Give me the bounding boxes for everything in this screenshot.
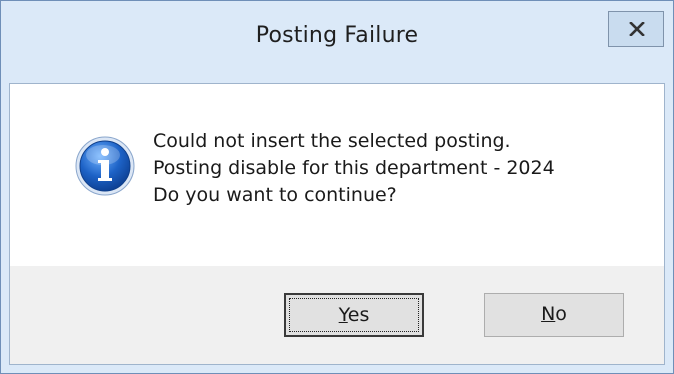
message-line: Posting disable for this department - 20… — [153, 157, 555, 179]
dialog-body: Could not insert the selected posting. P… — [9, 83, 665, 365]
no-button[interactable]: No — [484, 293, 624, 337]
close-icon — [629, 22, 645, 36]
message-text: Could not insert the selected posting. P… — [153, 128, 555, 209]
message-area: Could not insert the selected posting. P… — [10, 84, 664, 266]
message-line: Could not insert the selected posting. — [153, 130, 511, 152]
yes-button[interactable]: Yes — [284, 293, 424, 337]
title-bar[interactable]: Posting Failure — [1, 1, 673, 83]
no-button-label: No — [541, 303, 567, 325]
button-panel: Yes No — [10, 266, 664, 364]
info-icon — [75, 136, 135, 196]
message-line: Do you want to continue? — [153, 184, 397, 206]
dialog-title: Posting Failure — [255, 23, 419, 48]
close-button[interactable] — [608, 11, 664, 47]
dialog-window: Posting Failure Could not insert the sel… — [0, 0, 674, 374]
yes-button-label: Yes — [338, 304, 370, 326]
